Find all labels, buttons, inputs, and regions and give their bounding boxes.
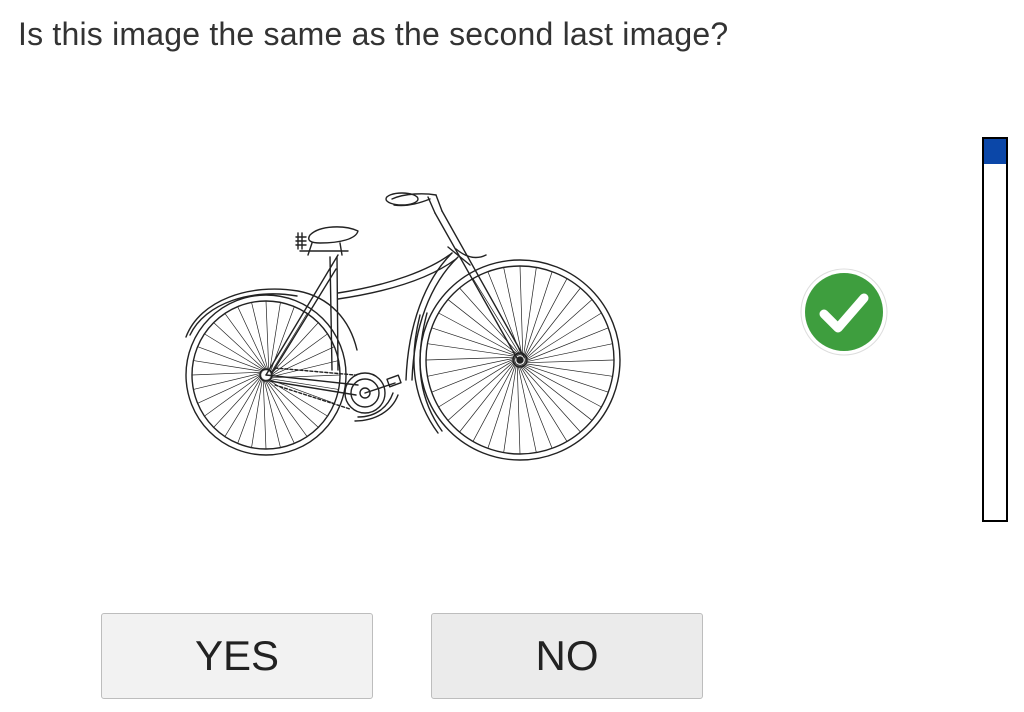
progress-bar bbox=[982, 137, 1008, 522]
task-screen: Is this image the same as the second las… bbox=[0, 0, 1024, 712]
bicycle-image bbox=[185, 192, 621, 461]
question-text: Is this image the same as the second las… bbox=[18, 16, 729, 52]
no-button[interactable]: NO bbox=[431, 613, 703, 699]
yes-button[interactable]: YES bbox=[101, 613, 373, 699]
check-circle-icon bbox=[800, 268, 888, 356]
progress-bar-fill bbox=[984, 139, 1006, 164]
